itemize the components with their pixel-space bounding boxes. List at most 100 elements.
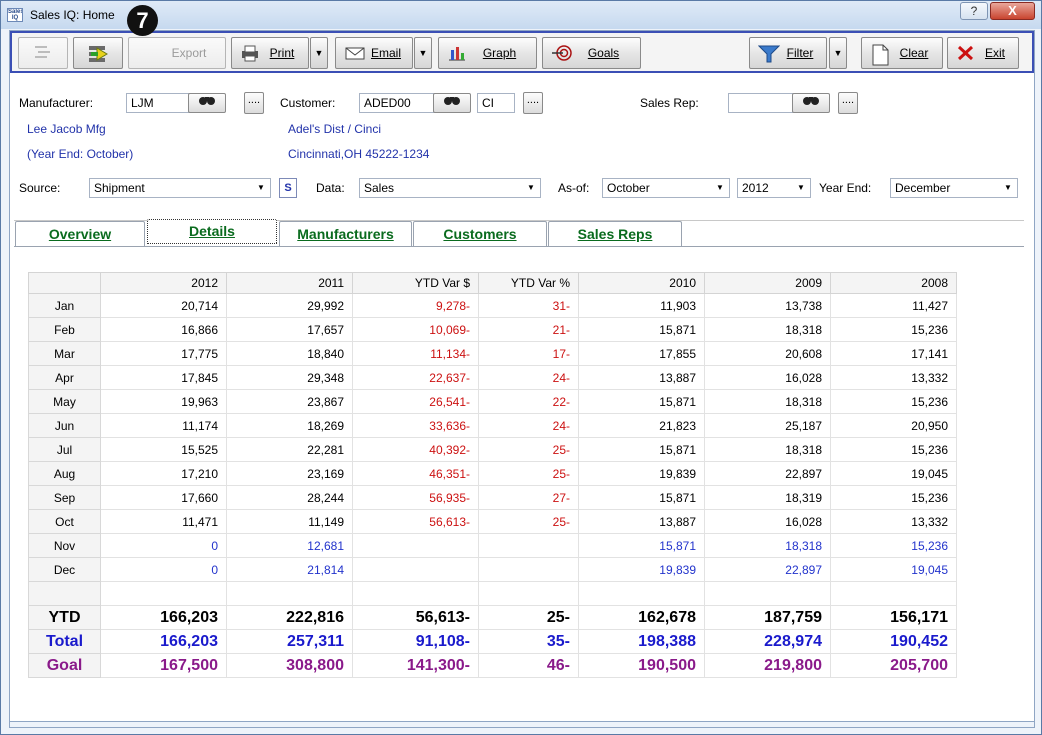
manufacturer-lookup-button[interactable] (188, 93, 226, 113)
yearend-select[interactable]: December ▼ (890, 178, 1018, 198)
tab-sales-reps[interactable]: Sales Reps (548, 221, 682, 247)
customer-browse-button[interactable]: .... (523, 92, 543, 114)
grid-cell[interactable]: 10,069- (352, 317, 479, 342)
grid-cell[interactable] (478, 557, 579, 582)
grid-cell[interactable]: 22,637- (352, 365, 479, 390)
tab-details[interactable]: Details (147, 219, 277, 244)
grid-cell[interactable]: 18,319 (704, 485, 831, 510)
grid-cell[interactable]: 190,500 (578, 653, 705, 678)
grid-cell[interactable]: 29,992 (226, 293, 353, 318)
grid-cell[interactable]: 17- (478, 341, 579, 366)
grid-cell[interactable]: 187,759 (704, 605, 831, 630)
grid-cell[interactable]: 15,236 (830, 437, 957, 462)
filter-dropdown-button[interactable]: ▼ (829, 37, 847, 69)
grid-cell[interactable]: 18,318 (704, 533, 831, 558)
grid-cell[interactable]: 16,866 (100, 317, 227, 342)
customer-lookup-button[interactable] (433, 93, 471, 113)
grid-cell[interactable]: 9,278- (352, 293, 479, 318)
grid-cell[interactable]: 11,903 (578, 293, 705, 318)
grid-cell[interactable]: 31- (478, 293, 579, 318)
grid-cell[interactable]: 56,935- (352, 485, 479, 510)
grid-cell[interactable]: 17,141 (830, 341, 957, 366)
grid-cell[interactable]: 15,236 (830, 317, 957, 342)
grid-cell[interactable]: 17,657 (226, 317, 353, 342)
grid-cell[interactable]: 18,318 (704, 389, 831, 414)
grid-cell[interactable]: 16,028 (704, 509, 831, 534)
column-header[interactable]: 2008 (830, 272, 957, 294)
grid-cell[interactable]: 17,855 (578, 341, 705, 366)
grid-cell[interactable]: 20,714 (100, 293, 227, 318)
grid-cell[interactable]: 166,203 (100, 629, 227, 654)
grid-cell[interactable]: 26,541- (352, 389, 479, 414)
grid-cell[interactable]: 20,608 (704, 341, 831, 366)
grid-cell[interactable]: 228,974 (704, 629, 831, 654)
grid-cell[interactable]: 25- (478, 461, 579, 486)
clear-button[interactable]: Clear (861, 37, 943, 69)
goals-button[interactable]: Goals (542, 37, 641, 69)
grid-cell[interactable]: 46- (478, 653, 579, 678)
grid-cell[interactable]: 198,388 (578, 629, 705, 654)
grid-cell[interactable]: 162,678 (578, 605, 705, 630)
grid-cell[interactable]: 13,332 (830, 509, 957, 534)
grid-cell[interactable]: 25,187 (704, 413, 831, 438)
grid-cell[interactable]: 19,045 (830, 557, 957, 582)
print-button[interactable]: Print (231, 37, 309, 69)
grid-cell[interactable]: 28,244 (226, 485, 353, 510)
grid-cell[interactable]: 16,028 (704, 365, 831, 390)
source-select[interactable]: Shipment ▼ (89, 178, 271, 198)
grid-cell[interactable]: 15,871 (578, 317, 705, 342)
grid-cell[interactable]: 25- (478, 509, 579, 534)
export-button[interactable]: Export (128, 37, 226, 69)
grid-cell[interactable]: 205,700 (830, 653, 957, 678)
grid-cell[interactable]: 19,963 (100, 389, 227, 414)
source-s-button[interactable]: S (279, 178, 297, 198)
grid-cell[interactable]: 12,681 (226, 533, 353, 558)
tab-customers[interactable]: Customers (413, 221, 547, 247)
grid-cell[interactable]: 22,281 (226, 437, 353, 462)
email-dropdown-button[interactable]: ▼ (414, 37, 432, 69)
grid-cell[interactable]: 15,236 (830, 389, 957, 414)
email-button[interactable]: Email (335, 37, 413, 69)
grid-cell[interactable]: 141,300- (352, 653, 479, 678)
column-header[interactable]: 2012 (100, 272, 227, 294)
grid-cell[interactable]: 17,845 (100, 365, 227, 390)
grid-cell[interactable]: 15,236 (830, 485, 957, 510)
help-button[interactable]: ? (960, 2, 988, 20)
grid-cell[interactable]: 27- (478, 485, 579, 510)
column-header[interactable]: 2010 (578, 272, 705, 294)
grid-cell[interactable]: 11,174 (100, 413, 227, 438)
grid-cell[interactable]: 22- (478, 389, 579, 414)
grid-cell[interactable]: 56,613- (352, 509, 479, 534)
grid-cell[interactable]: 24- (478, 413, 579, 438)
tab-overview[interactable]: Overview (15, 221, 145, 247)
grid-cell[interactable]: 11,134- (352, 341, 479, 366)
salesrep-browse-button[interactable]: .... (838, 92, 858, 114)
grid-cell[interactable]: 17,660 (100, 485, 227, 510)
grid-cell[interactable]: 29,348 (226, 365, 353, 390)
grid-cell[interactable]: 17,775 (100, 341, 227, 366)
grid-cell[interactable] (352, 533, 479, 558)
grid-cell[interactable]: 13,738 (704, 293, 831, 318)
import-button[interactable] (73, 37, 123, 69)
manufacturer-browse-button[interactable]: .... (244, 92, 264, 114)
grid-cell[interactable]: 19,839 (578, 557, 705, 582)
column-header[interactable]: YTD Var $ (352, 272, 479, 294)
grid-cell[interactable]: 167,500 (100, 653, 227, 678)
grid-cell[interactable]: 46,351- (352, 461, 479, 486)
grid-cell[interactable]: 40,392- (352, 437, 479, 462)
grid-cell[interactable]: 308,800 (226, 653, 353, 678)
asof-year-select[interactable]: 2012 ▼ (737, 178, 811, 198)
grid-cell[interactable]: 257,311 (226, 629, 353, 654)
grid-cell[interactable]: 15,871 (578, 485, 705, 510)
grid-cell[interactable]: 15,871 (578, 437, 705, 462)
grid-cell[interactable]: 0 (100, 557, 227, 582)
grid-cell[interactable]: 219,800 (704, 653, 831, 678)
grid-cell[interactable]: 11,149 (226, 509, 353, 534)
customer-ship-to-input[interactable]: CI (477, 93, 515, 113)
grid-cell[interactable]: 18,318 (704, 317, 831, 342)
grid-cell[interactable]: 166,203 (100, 605, 227, 630)
grid-cell[interactable]: 20,950 (830, 413, 957, 438)
salesrep-input[interactable] (728, 93, 794, 113)
grid-cell[interactable]: 25- (478, 605, 579, 630)
data-select[interactable]: Sales ▼ (359, 178, 541, 198)
